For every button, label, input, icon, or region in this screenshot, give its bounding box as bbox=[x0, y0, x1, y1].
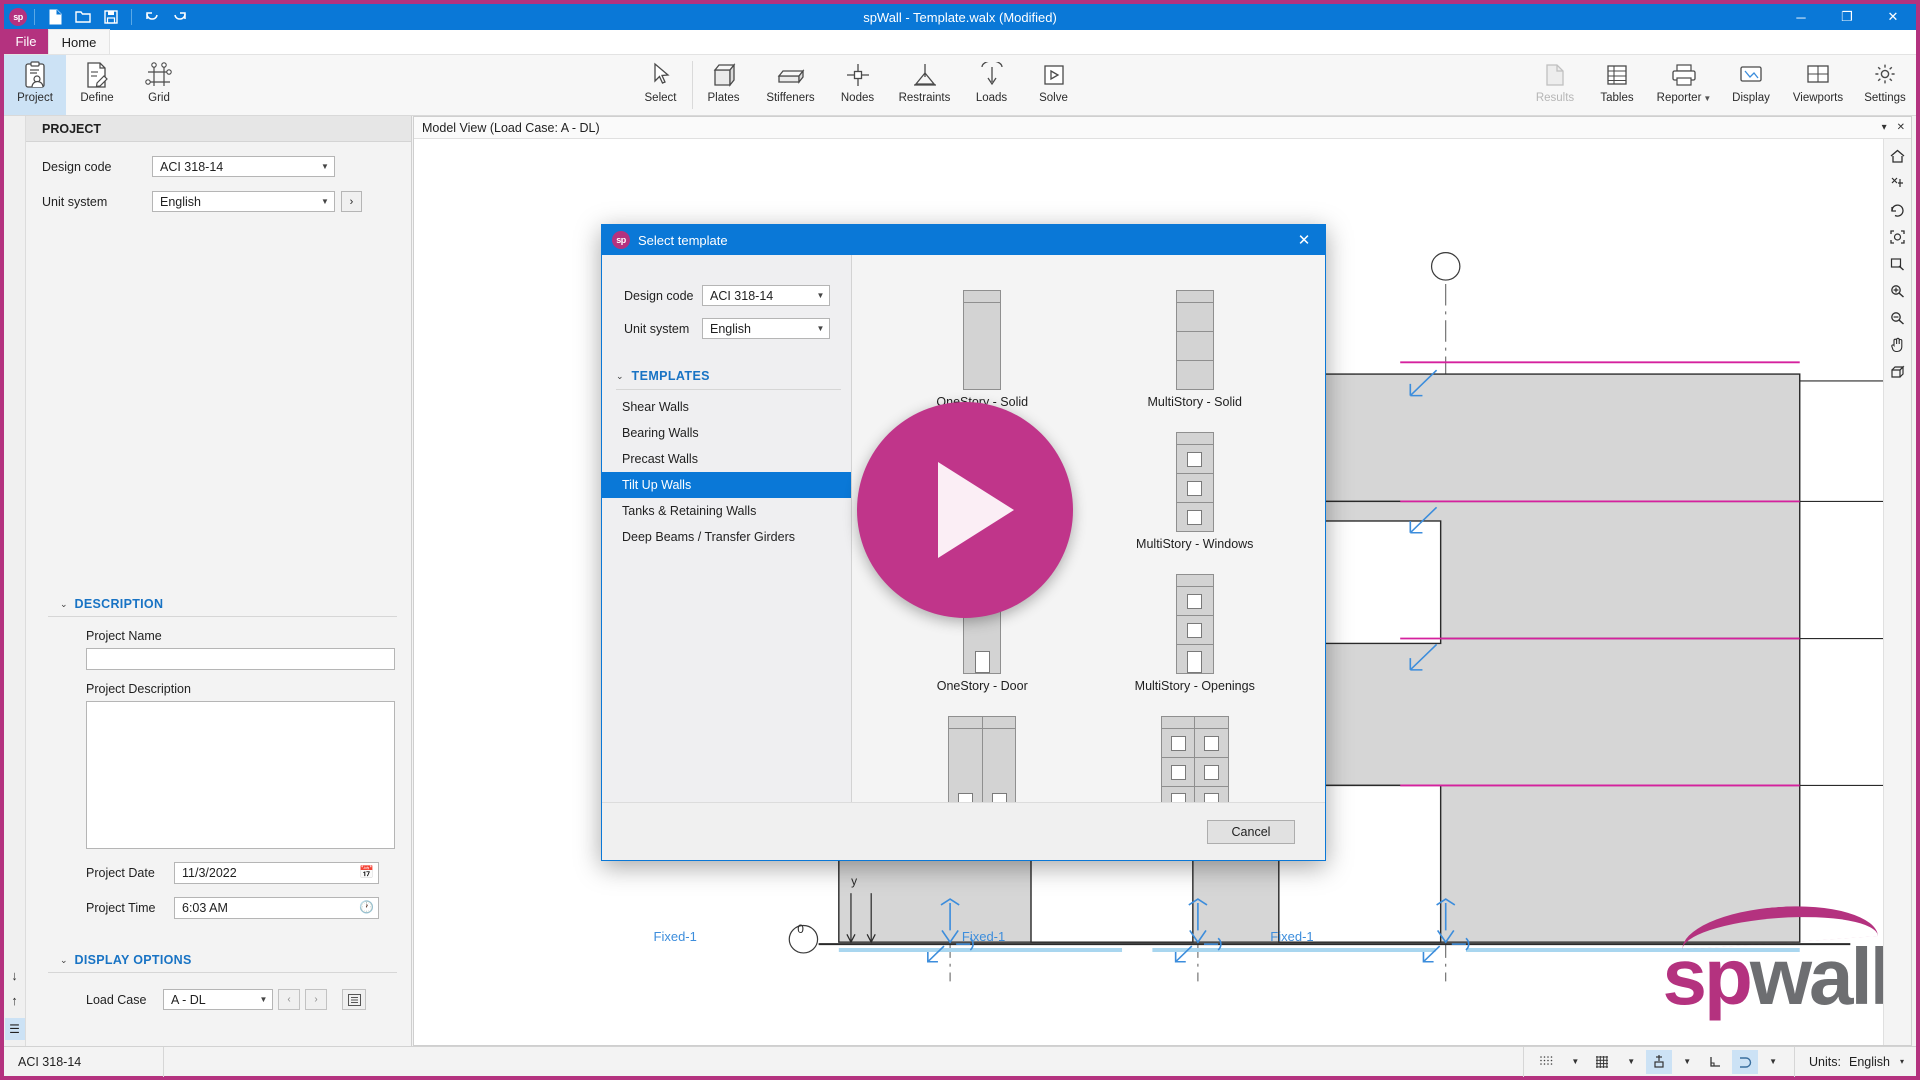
video-play-button[interactable] bbox=[857, 402, 1073, 618]
chevron-down-icon[interactable]: ▼ bbox=[812, 286, 829, 305]
template-thumbnail bbox=[1175, 278, 1214, 390]
template-card-multistory-windows[interactable]: MultiStory - Windows bbox=[1089, 413, 1302, 551]
template-card-onestory-solid[interactable]: OneStory - Solid bbox=[876, 271, 1089, 409]
chevron-down-icon[interactable]: ▼ bbox=[812, 319, 829, 338]
app-logo-icon: sp bbox=[612, 231, 630, 249]
window-opening bbox=[1170, 764, 1186, 780]
template-thumbnail bbox=[963, 278, 1002, 390]
template-caption: MultiStory - Openings bbox=[1134, 679, 1255, 693]
window-opening bbox=[1187, 480, 1203, 496]
window-opening bbox=[1204, 735, 1219, 751]
template-category-list: Shear Walls Bearing Walls Precast Walls … bbox=[602, 394, 851, 550]
dialog-design-code-label: Design code bbox=[624, 288, 694, 303]
template-category-precast-walls[interactable]: Precast Walls bbox=[602, 446, 851, 472]
template-category-tilt-up-walls[interactable]: Tilt Up Walls bbox=[602, 472, 851, 498]
template-caption: MultiStory - Windows bbox=[1136, 537, 1254, 551]
dialog-unit-system-label: Unit system bbox=[624, 321, 690, 336]
window-opening bbox=[1204, 764, 1219, 780]
template-card-multistory-openings[interactable]: MultiStory - Openings bbox=[1089, 555, 1302, 693]
dialog-design-code-value: ACI 318-14 bbox=[710, 288, 774, 303]
dialog-design-code-select[interactable]: ACI 318-14 ▼ bbox=[702, 285, 830, 306]
template-caption: OneStory - Door bbox=[936, 679, 1028, 693]
template-thumbnail bbox=[1160, 704, 1229, 816]
play-triangle-icon bbox=[938, 462, 1014, 558]
door-opening bbox=[1187, 651, 1203, 673]
template-category-bearing-walls[interactable]: Bearing Walls bbox=[602, 420, 851, 446]
application-window: sp spWall - Template.walx (Modified) ─ ❐ bbox=[0, 0, 1920, 1080]
template-thumbnail bbox=[948, 704, 1017, 816]
dialog-unit-system-select[interactable]: English ▼ bbox=[702, 318, 830, 339]
template-category-shear-walls[interactable]: Shear Walls bbox=[602, 394, 851, 420]
window-opening bbox=[1187, 451, 1203, 467]
dialog-unit-system-row: Unit system English ▼ bbox=[602, 318, 851, 339]
dialog-sidebar: Design code ACI 318-14 ▼ Unit system Eng… bbox=[602, 255, 852, 802]
door-opening bbox=[974, 651, 990, 673]
window-opening bbox=[1187, 622, 1203, 638]
dialog-title: Select template bbox=[638, 232, 728, 248]
template-category-tanks-retaining-walls[interactable]: Tanks & Retaining Walls bbox=[602, 498, 851, 524]
template-thumbnail bbox=[1175, 562, 1214, 674]
dialog-title-bar: sp Select template ✕ bbox=[602, 225, 1325, 255]
templates-section-header[interactable]: ⌄ TEMPLATES bbox=[616, 369, 841, 390]
templates-section-title: TEMPLATES bbox=[631, 369, 710, 383]
modal-overlay: sp Select template ✕ Design code ACI 318… bbox=[4, 4, 1916, 1076]
template-card-multistory-solid[interactable]: MultiStory - Solid bbox=[1089, 271, 1302, 409]
dialog-design-code-row: Design code ACI 318-14 ▼ bbox=[602, 285, 851, 306]
window-opening bbox=[1170, 735, 1186, 751]
dialog-unit-system-value: English bbox=[710, 321, 751, 336]
chevron-down-icon: ⌄ bbox=[616, 370, 624, 381]
cancel-button[interactable]: Cancel bbox=[1207, 819, 1295, 844]
window-opening bbox=[1187, 593, 1203, 609]
template-thumbnail bbox=[1175, 420, 1214, 532]
dialog-close-button[interactable]: ✕ bbox=[1283, 225, 1325, 255]
template-caption: MultiStory - Solid bbox=[1147, 395, 1242, 409]
template-category-deep-beams[interactable]: Deep Beams / Transfer Girders bbox=[602, 524, 851, 550]
window-opening bbox=[1187, 509, 1203, 525]
dialog-footer: Cancel bbox=[602, 802, 1325, 860]
